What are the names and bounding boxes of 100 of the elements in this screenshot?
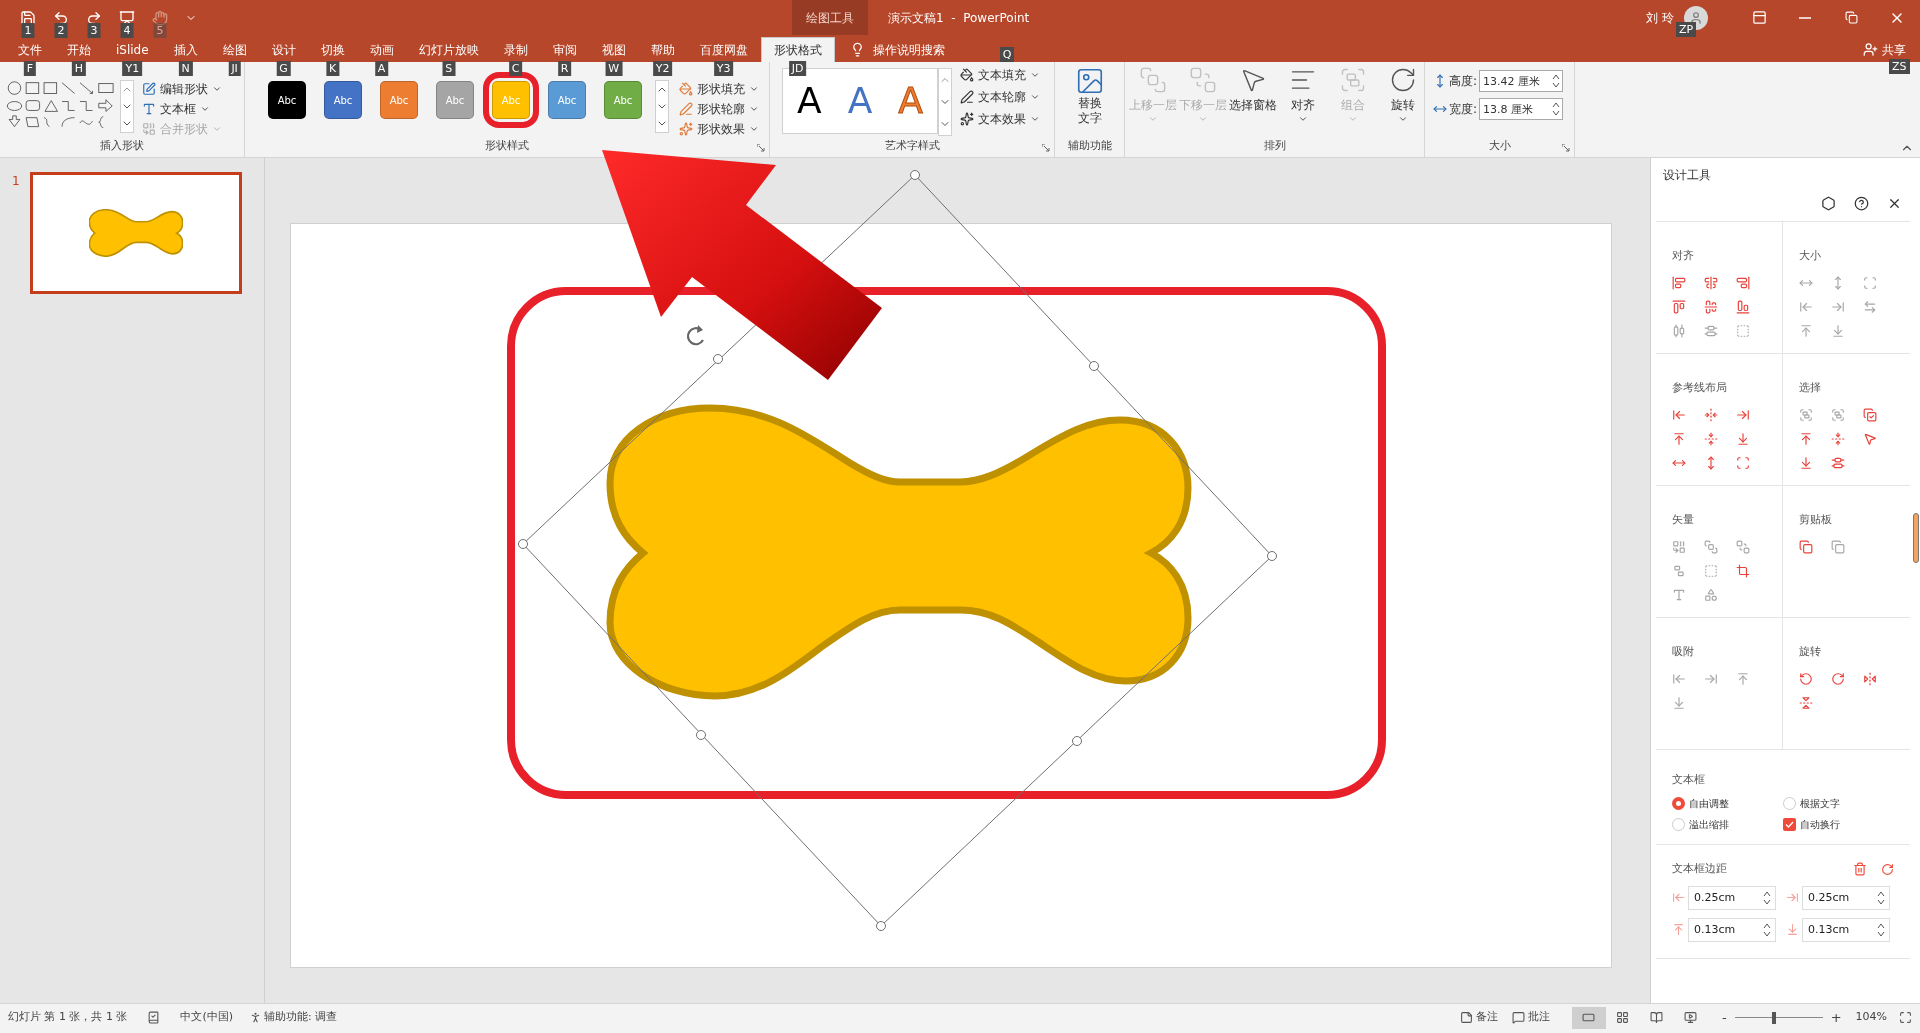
close-icon[interactable] bbox=[1887, 196, 1902, 211]
ribbon-command[interactable]: 文本框 bbox=[142, 100, 222, 118]
ribbon-command[interactable]: 文本轮廓 bbox=[959, 88, 1040, 106]
align-bottom-icon[interactable] bbox=[1736, 300, 1750, 314]
resize-handle[interactable] bbox=[518, 539, 528, 549]
send-back-icon[interactable] bbox=[1736, 540, 1750, 554]
rotate-left-icon[interactable] bbox=[1799, 672, 1813, 686]
arrow-left-line-icon[interactable] bbox=[1672, 408, 1686, 422]
ribbon-tab[interactable]: 文件 bbox=[6, 37, 54, 62]
spinner-icon[interactable] bbox=[1763, 922, 1771, 937]
arrow-right-line-icon[interactable] bbox=[1831, 300, 1845, 314]
ribbon-tab[interactable]: 动画 bbox=[357, 37, 406, 62]
ribbon-tab[interactable]: 幻灯片放映 bbox=[406, 37, 491, 62]
copy-icon[interactable] bbox=[1799, 540, 1813, 554]
combine-icon[interactable] bbox=[1672, 540, 1686, 554]
shape-style-swatch[interactable]: Abc bbox=[268, 81, 306, 119]
ribbon-tab[interactable]: 帮助 bbox=[638, 37, 687, 62]
ribbon-command[interactable]: 形状效果 bbox=[679, 120, 759, 138]
ribbon-command[interactable]: 编辑形状 bbox=[142, 80, 222, 98]
arrow-right-line-icon[interactable] bbox=[1736, 408, 1750, 422]
swap-icon[interactable] bbox=[1863, 300, 1877, 314]
align-middle-icon[interactable] bbox=[1704, 300, 1718, 314]
align-top-icon[interactable] bbox=[1672, 300, 1686, 314]
ribbon-command[interactable]: 形状填充 bbox=[679, 80, 759, 98]
size-field[interactable]: 13.8 厘米 bbox=[1479, 98, 1564, 120]
refresh-icon[interactable] bbox=[1881, 862, 1894, 876]
distribute-vertical-icon[interactable] bbox=[1831, 456, 1845, 470]
slider-thumb[interactable] bbox=[1772, 1011, 1777, 1024]
arrow-up-line-icon[interactable] bbox=[1672, 432, 1686, 446]
arrow-down-line-icon[interactable] bbox=[1831, 324, 1845, 338]
distribute-vertical-icon[interactable] bbox=[1704, 324, 1718, 338]
align-center-icon[interactable] bbox=[1704, 276, 1718, 290]
spinner-icon[interactable] bbox=[1877, 890, 1885, 905]
arrow-up-line-icon[interactable] bbox=[1799, 324, 1813, 338]
comments-button[interactable]: 批注 bbox=[1527, 1009, 1550, 1026]
checkbox[interactable] bbox=[1783, 818, 1796, 831]
flip-vertical-icon[interactable] bbox=[1799, 696, 1813, 710]
hexagon-icon[interactable] bbox=[1821, 196, 1836, 211]
language-status[interactable]: 中文(中国) bbox=[180, 1009, 234, 1026]
arrange-command[interactable]: 旋转 bbox=[1379, 66, 1427, 124]
resize-handle[interactable] bbox=[696, 730, 706, 740]
fold-vertical-icon[interactable] bbox=[1831, 432, 1845, 446]
size-field[interactable]: 13.42 厘米 bbox=[1479, 70, 1564, 92]
fold-vertical-icon[interactable] bbox=[1704, 432, 1718, 446]
align-left-icon[interactable] bbox=[1672, 276, 1686, 290]
arrange-command[interactable]: 选择窗格 bbox=[1229, 66, 1277, 124]
copy-check-icon[interactable] bbox=[1863, 408, 1877, 422]
group-icon[interactable] bbox=[1831, 408, 1845, 422]
ribbon-tab[interactable]: 审阅 bbox=[540, 37, 589, 62]
corners-icon[interactable] bbox=[1736, 456, 1750, 470]
spell-check-icon[interactable] bbox=[147, 1011, 161, 1024]
save-button[interactable] bbox=[20, 9, 36, 26]
resize-handle[interactable] bbox=[910, 170, 920, 180]
crop-icon[interactable] bbox=[1736, 564, 1750, 578]
ribbon-tab[interactable]: 切换 bbox=[308, 37, 357, 62]
slide-thumbnail[interactable] bbox=[29, 172, 242, 294]
arrow-up-line-icon[interactable] bbox=[1799, 432, 1813, 446]
tell-me-search[interactable]: 操作说明搜索 bbox=[872, 40, 945, 59]
zoom-slider[interactable] bbox=[1734, 1011, 1823, 1024]
wordart-sample[interactable]: A bbox=[847, 83, 873, 119]
margin-field[interactable]: 0.13cm bbox=[1802, 917, 1890, 942]
zoom-out-button[interactable]: - bbox=[1721, 1007, 1727, 1028]
resize-handle[interactable] bbox=[1072, 736, 1082, 746]
ribbon-command[interactable]: 形状轮廓 bbox=[679, 100, 759, 118]
fit-to-window-icon[interactable] bbox=[1899, 1011, 1912, 1024]
arrow-up-line-icon[interactable] bbox=[1736, 672, 1750, 686]
arrow-left-line-icon[interactable] bbox=[1672, 672, 1686, 686]
alt-text-button[interactable]: 替换文字 bbox=[1075, 96, 1104, 126]
margin-field[interactable]: 0.13cm bbox=[1688, 917, 1776, 942]
spinner-icon[interactable] bbox=[1552, 74, 1561, 88]
flip-horizontal-icon[interactable] bbox=[1863, 672, 1877, 686]
arrow-right-line-icon[interactable] bbox=[1704, 672, 1718, 686]
group-icon[interactable] bbox=[1799, 408, 1813, 422]
shape-style-swatch[interactable]: Abc bbox=[324, 81, 362, 119]
notes-button[interactable]: 备注 bbox=[1475, 1009, 1498, 1026]
share-button[interactable]: 共享 bbox=[1882, 40, 1906, 59]
dialog-launcher-icon[interactable] bbox=[757, 144, 765, 152]
distribute-horizontal-icon[interactable] bbox=[1672, 324, 1686, 338]
scroll-thumb[interactable] bbox=[1913, 513, 1919, 563]
resize-handle[interactable] bbox=[1089, 361, 1099, 371]
dialog-launcher-icon[interactable] bbox=[1042, 144, 1050, 152]
margin-field[interactable]: 0.25cm bbox=[1802, 885, 1890, 910]
align-right-icon[interactable] bbox=[1736, 276, 1750, 290]
ungroup-icon[interactable] bbox=[1672, 564, 1686, 578]
ribbon-tab[interactable]: 设计 bbox=[259, 37, 308, 62]
resize-handle[interactable] bbox=[713, 354, 723, 364]
resize-handle[interactable] bbox=[1267, 551, 1277, 561]
zoom-level[interactable]: 104% bbox=[1855, 1009, 1887, 1026]
resize-handle[interactable] bbox=[876, 921, 886, 931]
dialog-launcher-icon[interactable] bbox=[1562, 144, 1570, 152]
ribbon-tab[interactable]: 形状格式 bbox=[760, 37, 835, 62]
wordart-sample[interactable]: A bbox=[797, 83, 822, 119]
margin-field[interactable]: 0.25cm bbox=[1688, 885, 1776, 910]
arrow-left-line-icon[interactable] bbox=[1799, 300, 1813, 314]
accessibility-status[interactable]: 辅助功能: 调查 bbox=[264, 1009, 338, 1026]
arrow-down-line-icon[interactable] bbox=[1672, 696, 1686, 710]
shapes-icon[interactable] bbox=[1704, 588, 1718, 602]
pointer-icon[interactable] bbox=[1863, 432, 1877, 446]
ribbon-tab[interactable]: 开始 bbox=[55, 37, 103, 62]
arrange-command[interactable]: 对齐 bbox=[1279, 66, 1327, 124]
